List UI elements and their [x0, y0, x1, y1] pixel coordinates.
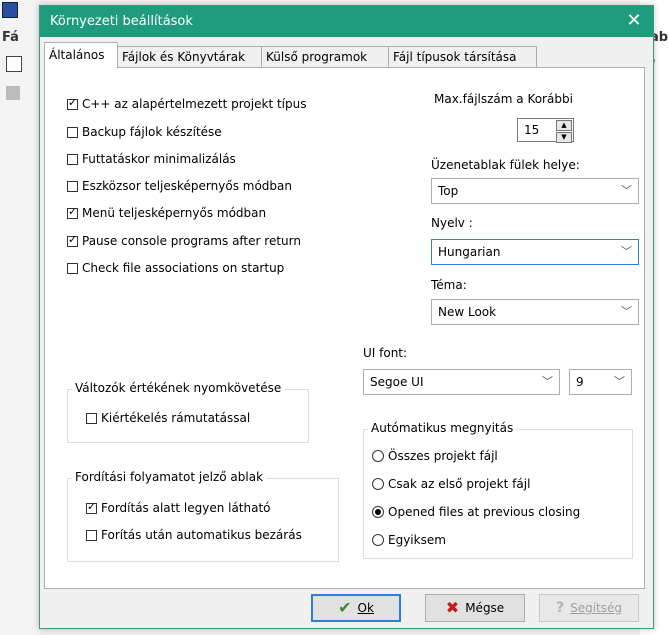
checkbox[interactable]: [67, 180, 78, 192]
background-toolbar-button: [6, 86, 20, 100]
tab-file-associations[interactable]: Fájl típusok társítása: [388, 46, 537, 67]
checkbox[interactable]: [67, 262, 78, 274]
dialog-titlebar[interactable]: Környezeti beállítások ✕: [40, 6, 653, 37]
help-button[interactable]: ? Segítség: [539, 594, 639, 622]
checkbox[interactable]: [86, 529, 97, 541]
x-icon: ✖: [445, 598, 460, 617]
watch-group-title: Változók értékének nyomkövetése: [72, 381, 285, 395]
chevron-down-icon: ﹀: [614, 375, 625, 388]
close-icon: ✕: [626, 10, 642, 31]
radio-none[interactable]: Egyiksem: [372, 531, 446, 549]
checkbox[interactable]: [86, 500, 97, 514]
ok-button[interactable]: ✔ Ok: [311, 594, 401, 622]
checkbox[interactable]: [67, 96, 78, 110]
chevron-down-icon: ﹀: [621, 184, 632, 197]
tab-external-programs[interactable]: Külső programok: [261, 46, 389, 67]
radio-button[interactable]: [372, 506, 384, 518]
option-toolbar-fullscreen[interactable]: Eszközsor teljesképernyős módban: [67, 177, 292, 195]
chevron-down-icon: ﹀: [621, 305, 632, 318]
compile-group-title: Fordítási folyamatot jelző ablak: [72, 470, 267, 484]
ui-font-size-select[interactable]: 9 ﹀: [569, 369, 632, 395]
checkbox[interactable]: [67, 205, 78, 219]
question-icon: ?: [555, 600, 565, 616]
background-app-icon: [2, 2, 18, 18]
option-eval-on-hover[interactable]: Kiértékelés rámutatással: [86, 409, 250, 427]
max-files-spinner[interactable]: 15 ▲ ▼: [517, 118, 574, 143]
spinner-buttons: ▲ ▼: [556, 120, 572, 143]
checkbox[interactable]: [67, 233, 78, 247]
tab-panel-general: C++ az alapértelmezett projekt típus Bac…: [44, 67, 645, 589]
radio-button[interactable]: [372, 450, 384, 462]
spin-down-icon[interactable]: ▼: [556, 132, 572, 143]
language-label: Nyelv :: [431, 216, 473, 230]
tab-position-label: Üzenetablak fülek helye:: [431, 158, 580, 172]
auto-open-group: Autómatikus megnyitás Összes projekt fáj…: [363, 421, 633, 559]
radio-previous-files[interactable]: Opened files at previous closing: [372, 503, 580, 521]
option-menu-fullscreen[interactable]: Menü teljesképernyős módban: [67, 204, 266, 222]
checkbox[interactable]: [86, 412, 97, 424]
option-show-during-compile[interactable]: Fordítás alatt legyen látható: [86, 499, 271, 517]
close-button[interactable]: ✕: [620, 9, 648, 33]
checkbox[interactable]: [67, 153, 78, 165]
theme-select[interactable]: New Look ﹀: [431, 299, 639, 325]
background-toolbar-button: [6, 56, 22, 72]
max-files-label: Max.fájlszám a Korábbi: [434, 92, 573, 106]
theme-label: Téma:: [431, 278, 467, 292]
option-cpp-default[interactable]: C++ az alapértelmezett projekt típus: [67, 95, 306, 113]
chevron-down-icon: ﹀: [621, 245, 632, 258]
chevron-down-icon: ﹀: [542, 375, 553, 388]
option-backup-files[interactable]: Backup fájlok készítése: [67, 123, 222, 141]
tab-files-directories[interactable]: Fájlok és Könyvtárak: [117, 46, 262, 67]
radio-button[interactable]: [372, 478, 384, 490]
compile-group: Fordítási folyamatot jelző ablak Fordítá…: [67, 470, 339, 562]
settings-dialog: Környezeti beállítások ✕ Általános Fájlo…: [39, 5, 654, 629]
option-auto-close-after-compile[interactable]: Forítás után automatikus bezárás: [86, 526, 302, 544]
option-minimize-on-run[interactable]: Futtatáskor minimalizálás: [67, 150, 236, 168]
check-icon: ✔: [338, 598, 352, 617]
cancel-button[interactable]: ✖ Mégse: [425, 594, 525, 622]
language-select[interactable]: Hungarian ﹀: [431, 239, 639, 265]
checkbox[interactable]: [67, 126, 78, 138]
dialog-title: Környezeti beállítások: [50, 14, 193, 29]
radio-button[interactable]: [372, 534, 384, 546]
radio-first-project-file[interactable]: Csak az első projekt fájl: [372, 475, 530, 493]
spin-up-icon[interactable]: ▲: [556, 120, 572, 131]
option-pause-console[interactable]: Pause console programs after return: [67, 232, 301, 250]
tab-position-select[interactable]: Top ﹀: [431, 178, 639, 204]
watch-group: Változók értékének nyomkövetése Kiértéke…: [67, 381, 309, 443]
background-menu-text: Fá: [2, 30, 19, 45]
ui-font-label: UI font:: [363, 346, 408, 360]
ui-font-select[interactable]: Segoe UI ﹀: [363, 369, 560, 395]
tab-general[interactable]: Általános: [44, 42, 118, 68]
option-check-associations[interactable]: Check file associations on startup: [67, 259, 284, 277]
radio-all-project-files[interactable]: Összes projekt fájl: [372, 447, 498, 465]
auto-open-group-title: Autómatikus megnyitás: [368, 421, 517, 435]
